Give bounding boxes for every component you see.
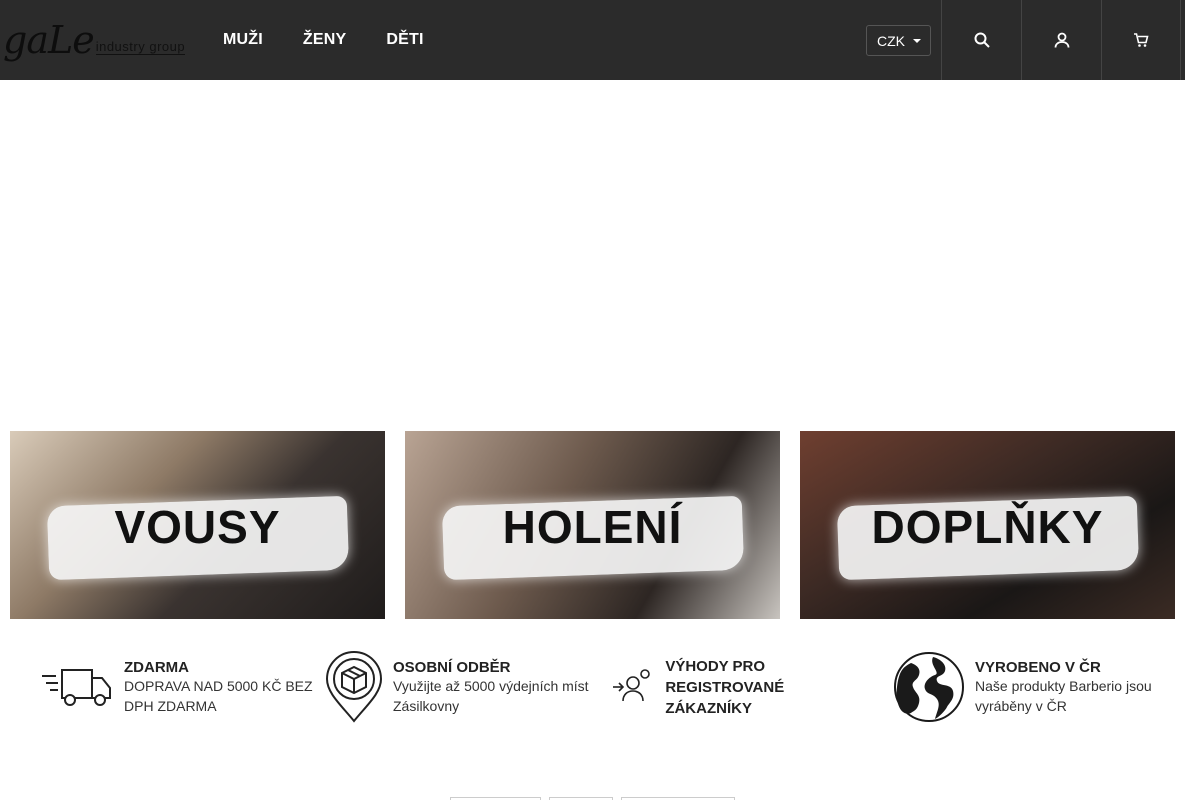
feature-description: Využijte až 5000 výdejních míst Zásilkov… [393, 677, 589, 714]
cart-button[interactable] [1101, 0, 1181, 80]
search-button[interactable] [941, 0, 1021, 80]
account-button[interactable] [1021, 0, 1101, 80]
category-banner-vousy[interactable]: VOUSY [10, 431, 385, 619]
feature-title: ZDARMA [124, 658, 189, 676]
user-icon [1054, 32, 1069, 48]
map-pin-package-icon [325, 650, 383, 724]
feature-registered-benefits: VÝHODY PRO REGISTROVANÉ ZÁKAZNÍKY [609, 650, 859, 724]
category-banner-doplnky[interactable]: DOPLŇKY [800, 431, 1175, 619]
logo-mark: gaLe [3, 18, 95, 62]
currency-value: CZK [877, 32, 905, 49]
feature-description: DOPRAVA NAD 5000 KČ BEZ DPH ZDARMA [124, 677, 313, 714]
caret-down-icon [913, 38, 921, 43]
feature-title: VYROBENO V ČR [975, 658, 1101, 676]
banner-label: VOUSY [114, 501, 281, 554]
feature-title: OSOBNÍ ODBĚR [393, 658, 511, 676]
logo[interactable]: gaLe industry group [3, 18, 205, 62]
category-banner-holeni[interactable]: HOLENÍ [405, 431, 780, 619]
nav-link-deti[interactable]: DĚTI [386, 31, 423, 49]
feature-pickup: OSOBNÍ ODBĚR Využijte až 5000 výdejních … [325, 650, 595, 724]
feature-description: Naše produkty Barberio jsou vyráběny v Č… [975, 677, 1152, 714]
currency-select[interactable]: CZK [866, 25, 931, 56]
nav-link-zeny[interactable]: ŽENY [303, 31, 346, 49]
delivery-truck-icon [40, 650, 114, 724]
feature-made-in-cz: VYROBENO V ČR Naše produkty Barberio jso… [893, 650, 1183, 724]
nav-link-muzi[interactable]: MUŽI [223, 31, 263, 49]
feature-title: VÝHODY PRO REGISTROVANÉ ZÁKAZNÍKY [665, 657, 785, 717]
banner-label: HOLENÍ [502, 501, 683, 554]
site-header: gaLe industry group MUŽI ŽENY DĚTI CZK [0, 0, 1185, 80]
cart-icon [1134, 33, 1149, 47]
search-icon [974, 32, 990, 48]
feature-free-shipping: ZDARMA DOPRAVA NAD 5000 KČ BEZ DPH ZDARM… [40, 650, 325, 724]
user-login-icon [609, 650, 655, 724]
main-nav: MUŽI ŽENY DĚTI [223, 0, 464, 80]
logo-subtitle: industry group [95, 39, 186, 55]
globe-icon [893, 650, 965, 724]
banner-label: DOPLŇKY [871, 501, 1104, 554]
